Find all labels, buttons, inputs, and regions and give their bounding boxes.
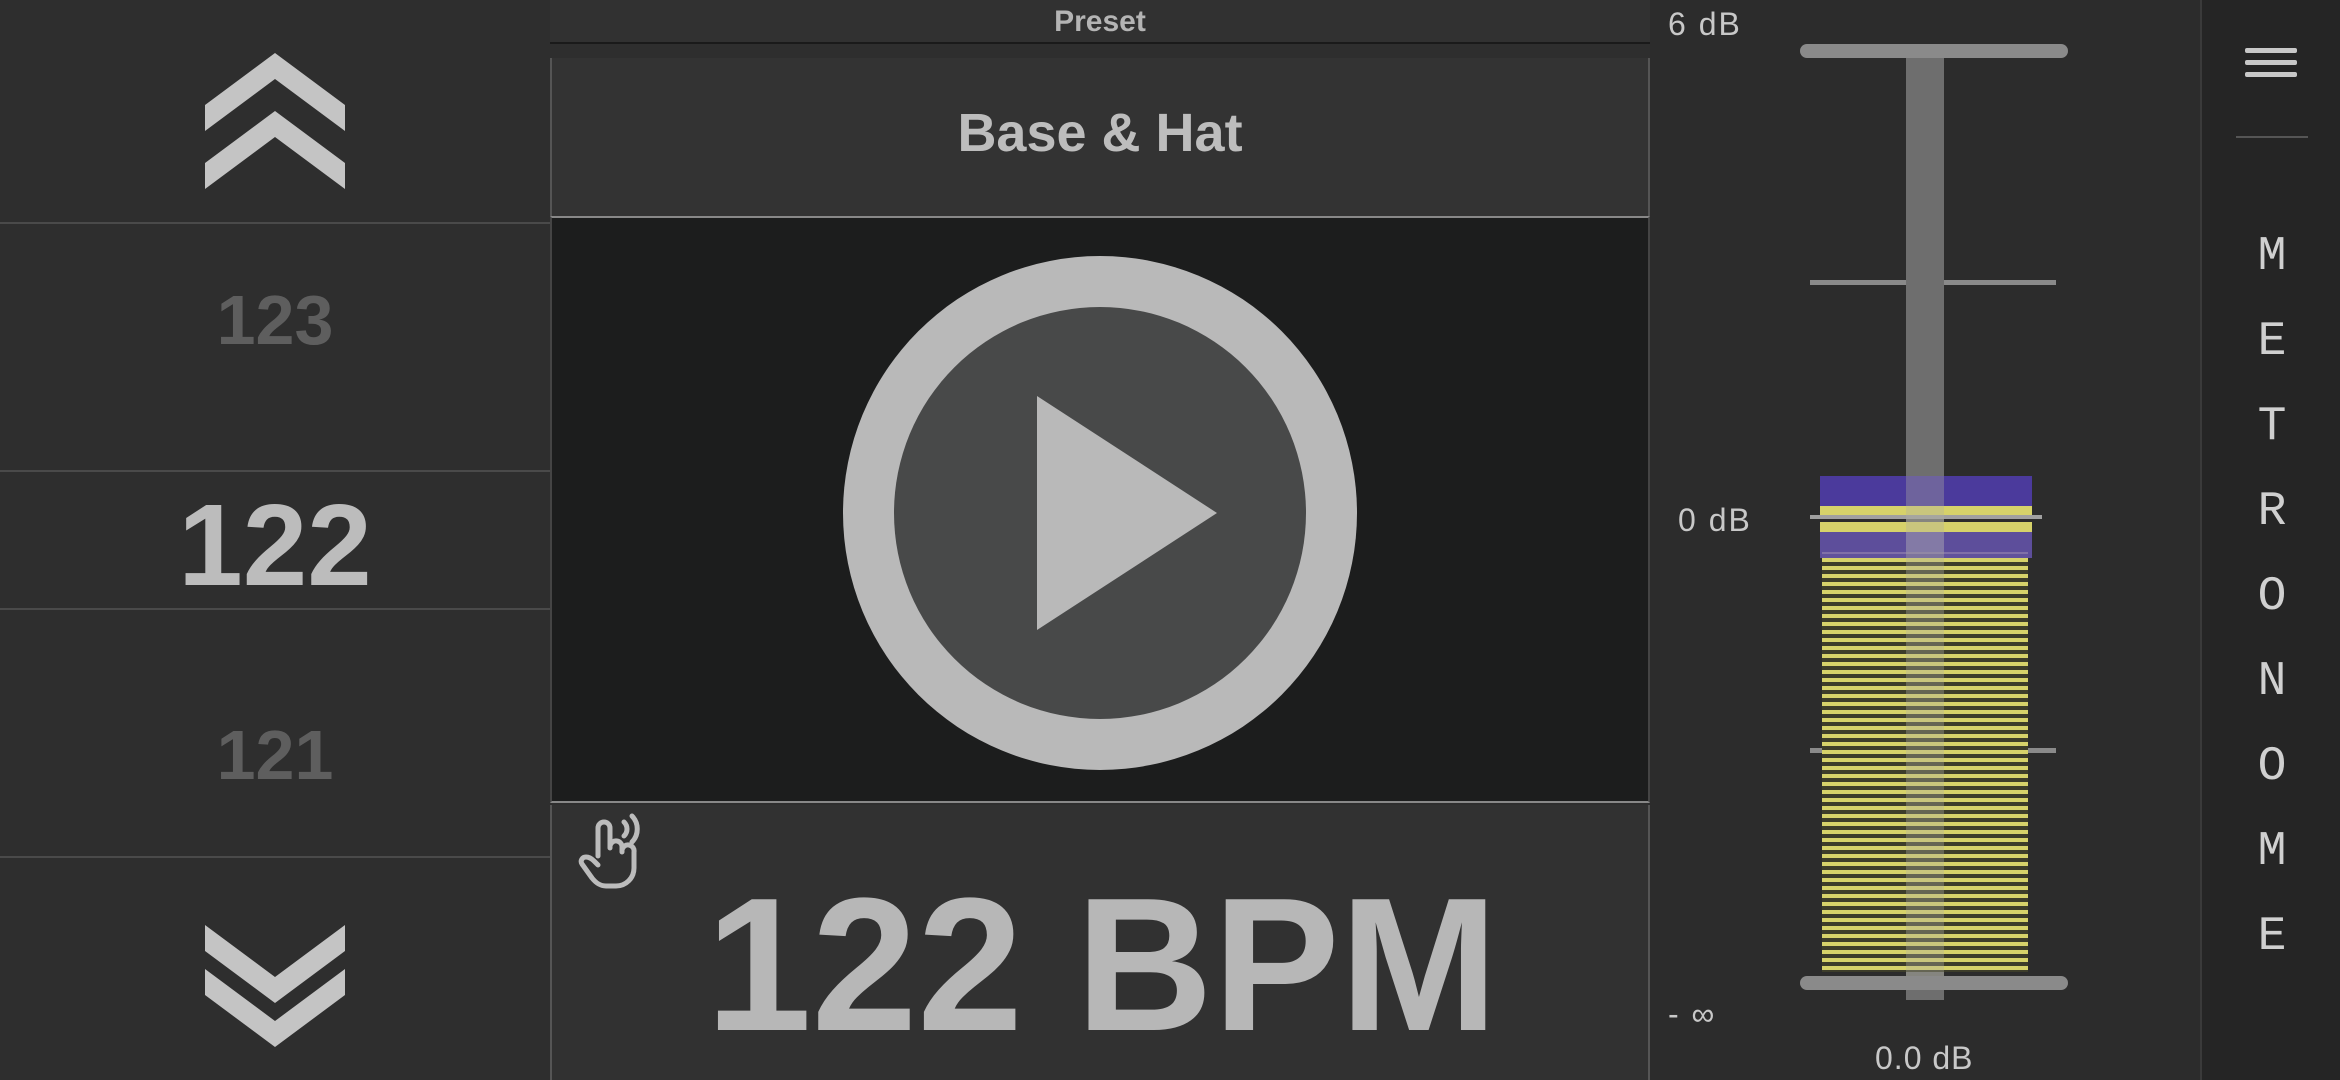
title-letter: O	[2257, 570, 2287, 624]
divider	[2236, 136, 2308, 138]
slider-top-cap	[1800, 44, 2068, 58]
double-chevron-up-icon	[205, 53, 345, 189]
bpm-current-value: 122	[178, 480, 372, 610]
divider	[0, 608, 550, 610]
zero-db-label: 0 dB	[1678, 502, 1752, 538]
volume-slider[interactable]	[1780, 30, 2070, 1000]
preset-name: Base & Hat	[957, 103, 1243, 163]
title-letter: O	[2257, 740, 2287, 794]
divider	[0, 222, 550, 224]
title-letter: T	[2257, 400, 2287, 454]
bpm-value-display[interactable]: 122 BPM	[552, 865, 1652, 1065]
max-db-label: 6 dB	[1668, 6, 1742, 42]
sidebar: M E T R O N O M E	[2200, 0, 2340, 1080]
bpm-increase-button[interactable]	[0, 0, 550, 222]
app-title-vertical: M E T R O N O M E	[2202, 215, 2340, 980]
slider-bottom-cap	[1800, 976, 2068, 990]
title-letter: M	[2257, 825, 2287, 879]
title-letter: M	[2257, 230, 2287, 284]
preset-label: Preset	[1054, 5, 1146, 38]
preset-selector[interactable]: Base & Hat	[550, 58, 1650, 216]
bpm-display-area: 122 BPM	[550, 805, 1650, 1080]
preset-header: Preset	[550, 0, 1650, 44]
hamburger-menu-icon[interactable]	[2245, 48, 2297, 88]
main-panel: Preset Base & Hat 122 BPM	[550, 0, 1650, 1080]
title-letter: R	[2257, 485, 2287, 539]
double-chevron-down-icon	[205, 925, 345, 1047]
bpm-below-value[interactable]: 121	[0, 715, 550, 795]
bpm-picker: 123 122 121	[0, 0, 550, 1080]
bpm-above-value[interactable]: 123	[0, 280, 550, 360]
volume-value-label: 0.0 dB	[1875, 1040, 1974, 1076]
title-letter: N	[2257, 655, 2287, 709]
title-letter: E	[2257, 910, 2287, 964]
divider	[0, 470, 550, 472]
bpm-decrease-button[interactable]	[0, 858, 550, 1080]
volume-panel: 6 dB 0 dB - ∞ 0.0 dB	[1650, 0, 2200, 1080]
play-button[interactable]	[843, 256, 1357, 770]
play-area	[550, 216, 1650, 803]
min-db-label: - ∞	[1668, 996, 1717, 1032]
title-letter: E	[2257, 315, 2287, 369]
